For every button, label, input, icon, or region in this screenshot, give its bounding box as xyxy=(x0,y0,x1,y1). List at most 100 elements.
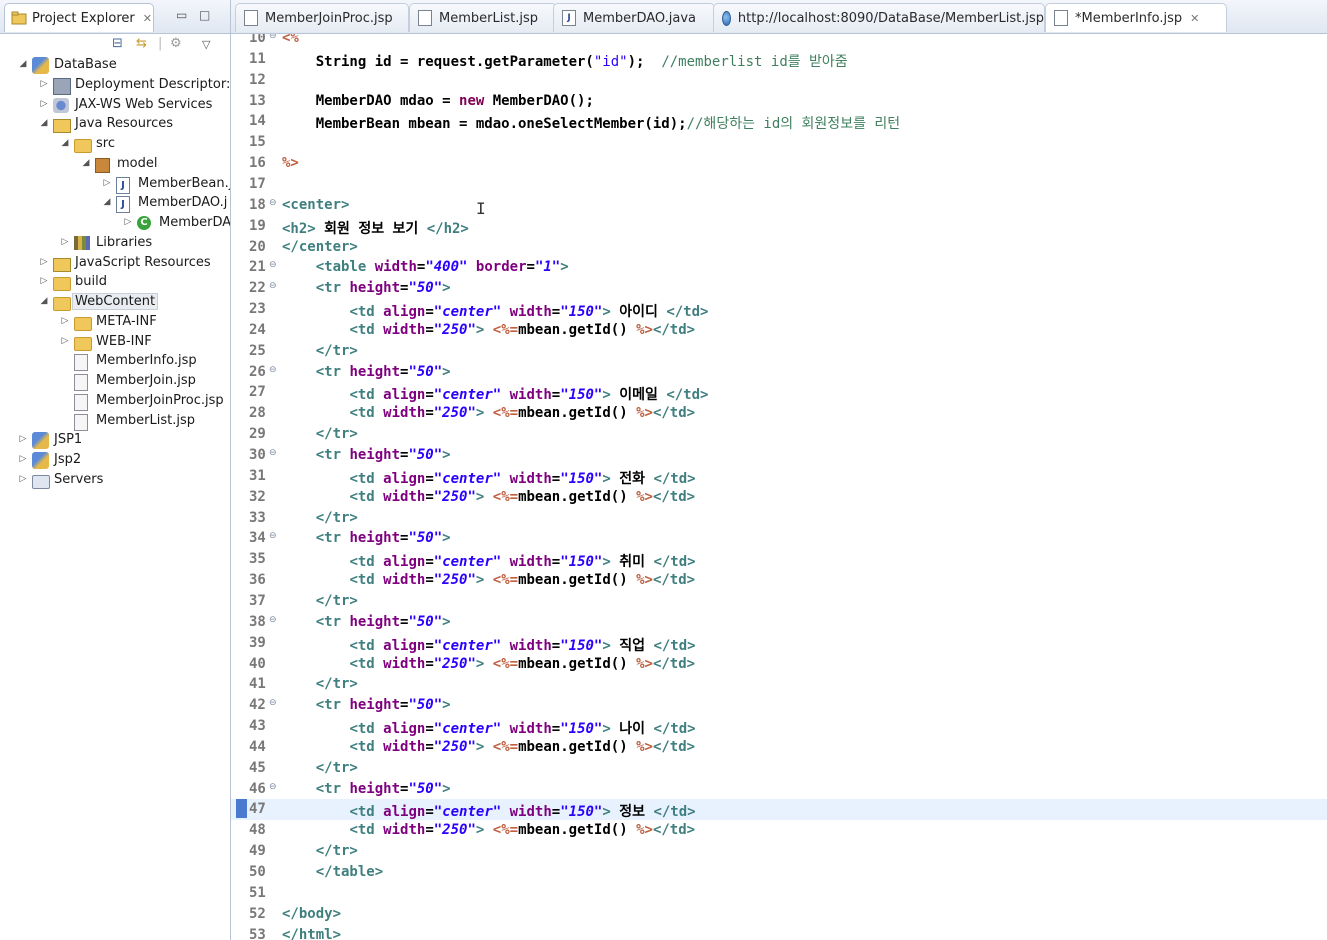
fold-collapse-icon[interactable]: ⊖ xyxy=(269,198,277,208)
tree-item[interactable]: ▷ C MemberDA xyxy=(0,214,230,234)
code-line[interactable]: 30 ⊖ <tr height="50"> xyxy=(231,445,1327,466)
tree-item[interactable]: ▷ J MemberBean.j xyxy=(0,175,230,195)
code-line[interactable]: 51 xyxy=(231,883,1327,904)
expand-arrow-icon[interactable]: ▷ xyxy=(39,99,49,109)
code-line[interactable]: 31 <td align="center" width="150"> 전화 </… xyxy=(231,466,1327,487)
code-line[interactable]: 33 </tr> xyxy=(231,508,1327,529)
collapse-arrow-icon[interactable]: ◢ xyxy=(60,138,70,148)
fold-collapse-icon[interactable]: ⊖ xyxy=(269,698,277,708)
tree-item[interactable]: MemberJoin.jsp xyxy=(0,372,230,392)
minimize-icon[interactable]: ▭ xyxy=(176,8,187,22)
code-line[interactable]: 32 <td width="250"> <%=mbean.getId() %><… xyxy=(231,487,1327,508)
code-line[interactable]: 22 ⊖ <tr height="50"> xyxy=(231,278,1327,299)
collapse-all-icon[interactable]: ⊟ xyxy=(112,36,123,51)
expand-arrow-icon[interactable]: ▷ xyxy=(60,336,70,346)
code-line[interactable]: 12 xyxy=(231,70,1327,91)
tree-item[interactable]: ▷ Jsp2 xyxy=(0,451,230,471)
collapse-arrow-icon[interactable]: ◢ xyxy=(39,118,49,128)
tree-item[interactable]: ▷ JAX-WS Web Services xyxy=(0,96,230,116)
code-line[interactable]: 26 ⊖ <tr height="50"> xyxy=(231,362,1327,383)
fold-collapse-icon[interactable]: ⊖ xyxy=(269,260,277,270)
expand-arrow-icon[interactable]: ▷ xyxy=(39,79,49,89)
tree-item[interactable]: ▷ Deployment Descriptor: I xyxy=(0,76,230,96)
link-with-editor-icon[interactable]: ⇆ xyxy=(136,36,147,51)
expand-arrow-icon[interactable]: ▷ xyxy=(102,178,112,188)
code-line[interactable]: 27 <td align="center" width="150"> 이메일 <… xyxy=(231,382,1327,403)
tree-item[interactable]: MemberJoinProc.jsp xyxy=(0,392,230,412)
tree-item[interactable]: ▷ JSP1 xyxy=(0,431,230,451)
code-line[interactable]: 53 </html> xyxy=(231,925,1327,940)
code-line[interactable]: 40 <td width="250"> <%=mbean.getId() %><… xyxy=(231,654,1327,675)
tree-item[interactable]: MemberInfo.jsp xyxy=(0,352,230,372)
code-line[interactable]: 37 </tr> xyxy=(231,591,1327,612)
collapse-arrow-icon[interactable]: ◢ xyxy=(39,296,49,306)
code-line[interactable]: 46 ⊖ <tr height="50"> xyxy=(231,779,1327,800)
project-explorer-tab[interactable]: Project Explorer ✕ xyxy=(4,3,154,32)
view-menu-icon[interactable]: ▽ xyxy=(202,38,210,51)
code-line[interactable]: 24 <td width="250"> <%=mbean.getId() %><… xyxy=(231,320,1327,341)
code-line[interactable]: 25 </tr> xyxy=(231,341,1327,362)
code-line[interactable]: 38 ⊖ <tr height="50"> xyxy=(231,612,1327,633)
collapse-arrow-icon[interactable]: ◢ xyxy=(81,158,91,168)
code-line[interactable]: 44 <td width="250"> <%=mbean.getId() %><… xyxy=(231,737,1327,758)
fold-collapse-icon[interactable]: ⊖ xyxy=(269,448,277,458)
code-line[interactable]: 36 <td width="250"> <%=mbean.getId() %><… xyxy=(231,570,1327,591)
code-line[interactable]: 49 </tr> xyxy=(231,841,1327,862)
tree-item[interactable]: ▷ build xyxy=(0,273,230,293)
code-line[interactable]: 15 xyxy=(231,132,1327,153)
code-line[interactable]: 19 <h2> 회원 정보 보기 </h2> xyxy=(231,216,1327,237)
collapse-arrow-icon[interactable]: ◢ xyxy=(102,197,112,207)
close-icon[interactable]: ✕ xyxy=(1190,12,1199,25)
code-line[interactable]: 11 String id = request.getParameter("id"… xyxy=(231,49,1327,70)
tree-item[interactable]: ▷ META-INF xyxy=(0,313,230,333)
code-line[interactable]: 39 <td align="center" width="150"> 직업 </… xyxy=(231,633,1327,654)
fold-collapse-icon[interactable]: ⊖ xyxy=(269,615,277,625)
collapse-arrow-icon[interactable]: ◢ xyxy=(18,59,28,69)
expand-arrow-icon[interactable]: ▷ xyxy=(18,434,28,444)
code-line[interactable]: 17 xyxy=(231,174,1327,195)
code-line[interactable]: 41 </tr> xyxy=(231,674,1327,695)
tree-item[interactable]: ◢ Java Resources xyxy=(0,115,230,135)
code-line[interactable]: 42 ⊖ <tr height="50"> xyxy=(231,695,1327,716)
tree-item[interactable]: ◢ src xyxy=(0,135,230,155)
expand-arrow-icon[interactable]: ▷ xyxy=(123,217,133,227)
fold-collapse-icon[interactable]: ⊖ xyxy=(269,281,277,291)
expand-arrow-icon[interactable]: ▷ xyxy=(39,257,49,267)
fold-collapse-icon[interactable]: ⊖ xyxy=(269,782,277,792)
code-line[interactable]: 10 ⊖ <% xyxy=(231,34,1327,49)
code-line[interactable]: 29 </tr> xyxy=(231,424,1327,445)
code-editor[interactable]: 10 ⊖ <% 11 String id = request.getParameter… xyxy=(231,34,1327,940)
code-line[interactable]: 43 <td align="center" width="150"> 나이 </… xyxy=(231,716,1327,737)
editor-tab[interactable]: MemberJoinProc.jsp xyxy=(235,3,409,32)
code-line[interactable]: 50 </table> xyxy=(231,862,1327,883)
code-line[interactable]: 21 ⊖ <table width="400" border="1"> xyxy=(231,257,1327,278)
tree-item[interactable]: MemberList.jsp xyxy=(0,412,230,432)
code-line[interactable]: 34 ⊖ <tr height="50"> xyxy=(231,528,1327,549)
close-icon[interactable]: ✕ xyxy=(143,12,152,25)
tree-item[interactable]: ▷ JavaScript Resources xyxy=(0,254,230,274)
code-line[interactable]: 16 %> xyxy=(231,153,1327,174)
editor-tab[interactable]: *MemberInfo.jsp ✕ xyxy=(1045,3,1227,32)
tree-item[interactable]: ◢ J MemberDAO.j xyxy=(0,194,230,214)
code-line[interactable]: 48 <td width="250"> <%=mbean.getId() %><… xyxy=(231,820,1327,841)
filter-icon[interactable]: ⚙ xyxy=(170,36,182,51)
code-line[interactable]: 13 MemberDAO mdao = new MemberDAO(); xyxy=(231,91,1327,112)
editor-tab[interactable]: http://localhost:8090/DataBase/MemberLis… xyxy=(713,3,1045,32)
fold-collapse-icon[interactable]: ⊖ xyxy=(269,34,277,41)
editor-tab[interactable]: MemberList.jsp xyxy=(409,3,557,32)
code-line[interactable]: 23 <td align="center" width="150"> 아이디 <… xyxy=(231,299,1327,320)
tree-item[interactable]: ▷ WEB-INF xyxy=(0,333,230,353)
fold-collapse-icon[interactable]: ⊖ xyxy=(269,365,277,375)
code-line[interactable]: 52 </body> xyxy=(231,904,1327,925)
maximize-icon[interactable]: □ xyxy=(199,8,210,22)
code-line[interactable]: 45 </tr> xyxy=(231,758,1327,779)
expand-arrow-icon[interactable]: ▷ xyxy=(39,276,49,286)
code-line[interactable]: 20 </center> xyxy=(231,237,1327,258)
code-line[interactable]: 28 <td width="250"> <%=mbean.getId() %><… xyxy=(231,403,1327,424)
code-line[interactable]: 47 <td align="center" width="150"> 정보 </… xyxy=(231,799,1327,821)
tree-item[interactable]: ◢ WebContent xyxy=(0,293,230,313)
tree-item[interactable]: ▷ Servers xyxy=(0,471,230,491)
code-line[interactable]: 14 MemberBean mbean = mdao.oneSelectMemb… xyxy=(231,111,1327,132)
code-line[interactable]: 35 <td align="center" width="150"> 취미 </… xyxy=(231,549,1327,570)
code-line[interactable]: 18 ⊖ <center> xyxy=(231,195,1327,216)
